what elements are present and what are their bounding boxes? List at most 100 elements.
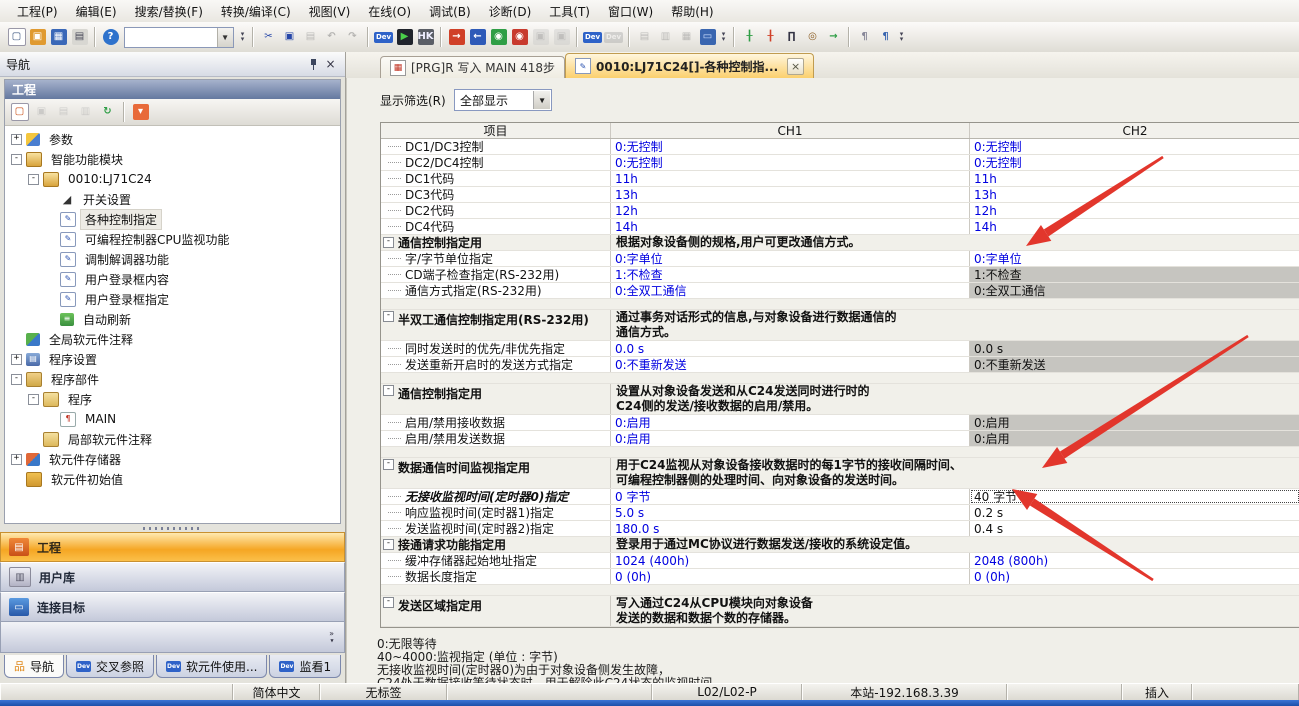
- ch1-value-cell[interactable]: 180.0 s: [611, 521, 970, 536]
- ch2-value-cell[interactable]: 0:无控制: [970, 139, 1299, 154]
- save-project-icon[interactable]: ▦: [48, 27, 69, 48]
- close-icon[interactable]: [787, 58, 804, 75]
- menu-debug[interactable]: 调试(B): [420, 1, 480, 22]
- dock-tab-watch-1[interactable]: 监看1: [269, 655, 341, 678]
- menu-edit[interactable]: 编辑(E): [67, 1, 126, 22]
- doc-tab-lj71c24-control[interactable]: 0010:LJ71C24[]-各种控制指...: [565, 53, 814, 78]
- tree-item[interactable]: 局部软元件注释: [5, 429, 340, 449]
- tree-item[interactable]: 用户登录框内容: [5, 269, 340, 289]
- tree-item[interactable]: 开关设置: [5, 189, 340, 209]
- menu-convert-compile[interactable]: 转换/编译(C): [212, 1, 300, 22]
- ch1-value-cell[interactable]: 0:启用: [611, 431, 970, 446]
- copy-icon[interactable]: ▣: [279, 27, 300, 48]
- menu-diagnostics[interactable]: 诊断(D): [480, 1, 541, 22]
- ch2-value-cell[interactable]: 11h: [970, 171, 1299, 186]
- ch2-value-cell[interactable]: 12h: [970, 203, 1299, 218]
- collapse-minus-icon[interactable]: -: [11, 154, 22, 165]
- ch1-value-cell[interactable]: 0:不重新发送: [611, 357, 970, 372]
- device-display-on-icon[interactable]: Dev: [582, 27, 603, 48]
- ch2-value-cell[interactable]: 0.2 s: [970, 505, 1299, 520]
- ch1-value-cell[interactable]: 0.0 s: [611, 341, 970, 356]
- toolbar-overflow-icon[interactable]: [237, 27, 248, 47]
- ch2-value-cell[interactable]: 14h: [970, 219, 1299, 234]
- dock-tab-device-usage[interactable]: 软元件使用...: [156, 655, 267, 678]
- new-data-icon[interactable]: ▢: [9, 102, 30, 123]
- refresh-view-icon[interactable]: ↻: [97, 102, 118, 123]
- close-icon[interactable]: ×: [322, 57, 339, 72]
- tree-item[interactable]: +软元件存储器: [5, 449, 340, 469]
- expand-plus-icon[interactable]: +: [11, 354, 22, 365]
- menu-view[interactable]: 视图(V): [300, 1, 360, 22]
- tree-item[interactable]: 全局软元件注释: [5, 329, 340, 349]
- device-test-icon[interactable]: HK: [415, 27, 436, 48]
- tree-item[interactable]: 软元件初始值: [5, 469, 340, 489]
- ch2-value-cell[interactable]: 0 (0h): [970, 569, 1299, 584]
- ch2-value-cell[interactable]: 2048 (800h): [970, 553, 1299, 568]
- ch2-value-cell[interactable]: 40 字节: [970, 489, 1299, 504]
- expand-plus-icon[interactable]: +: [11, 134, 22, 145]
- tree-item[interactable]: -程序部件: [5, 369, 340, 389]
- menu-tools[interactable]: 工具(T): [540, 1, 599, 22]
- collapse-minus-icon[interactable]: -: [11, 374, 22, 385]
- menu-project[interactable]: 工程(P): [8, 1, 67, 22]
- ch2-value-cell[interactable]: 13h: [970, 187, 1299, 202]
- collapse-minus-icon[interactable]: -: [28, 394, 39, 405]
- ch2-value-cell[interactable]: 0:字单位: [970, 251, 1299, 266]
- write-to-plc-icon[interactable]: →: [446, 27, 467, 48]
- ch1-value-cell[interactable]: 1:不检查: [611, 267, 970, 282]
- view-button-project[interactable]: 工程: [0, 532, 345, 562]
- sort-data-icon[interactable]: ▾: [130, 102, 151, 123]
- menu-help[interactable]: 帮助(H): [662, 1, 722, 22]
- toolbar-overflow-icon[interactable]: [896, 27, 907, 47]
- collapse-minus-icon[interactable]: -: [383, 459, 394, 470]
- device-comment-display-icon[interactable]: Dev: [373, 27, 394, 48]
- inline-statement-edit-icon[interactable]: ¶: [875, 27, 896, 48]
- ch2-value-cell[interactable]: 0.4 s: [970, 521, 1299, 536]
- start-monitor-icon[interactable]: ◉: [488, 27, 509, 48]
- tree-item[interactable]: +程序设置: [5, 349, 340, 369]
- ch2-value-cell[interactable]: 0:无控制: [970, 155, 1299, 170]
- tree-item[interactable]: -0010:LJ71C24: [5, 169, 340, 189]
- dock-tab-cross-reference[interactable]: 交叉参照: [66, 655, 154, 678]
- new-project-icon[interactable]: ▢: [6, 27, 27, 48]
- ch1-value-cell[interactable]: 5.0 s: [611, 505, 970, 520]
- ch1-value-cell[interactable]: 0 字节: [611, 489, 970, 504]
- view-button-user-library[interactable]: 用户库: [0, 562, 345, 592]
- help-icon[interactable]: ?: [100, 27, 121, 48]
- open-project-icon[interactable]: ▣: [27, 27, 48, 48]
- ch1-value-cell[interactable]: 1024 (400h): [611, 553, 970, 568]
- ch1-value-cell[interactable]: 14h: [611, 219, 970, 234]
- ch2-value-cell[interactable]: 0:启用: [970, 431, 1299, 446]
- collapse-minus-icon[interactable]: -: [383, 311, 394, 322]
- pin-icon[interactable]: [305, 57, 322, 72]
- display-filter-select[interactable]: 全部显示: [454, 89, 552, 111]
- pulse-contact-icon[interactable]: ∏: [781, 27, 802, 48]
- collapse-minus-icon[interactable]: -: [383, 385, 394, 396]
- tree-item[interactable]: 用户登录框指定: [5, 289, 340, 309]
- expand-plus-icon[interactable]: +: [11, 454, 22, 465]
- chevron-down-icon[interactable]: [217, 28, 233, 47]
- ch1-value-cell[interactable]: 11h: [611, 171, 970, 186]
- inline-statement-icon[interactable]: ¶: [854, 27, 875, 48]
- toolbar-overflow-icon[interactable]: [718, 27, 729, 47]
- ch1-value-cell[interactable]: 0:无控制: [611, 139, 970, 154]
- doc-tab-prg-main[interactable]: [PRG]R 写入 MAIN 418步: [380, 56, 565, 78]
- stack-overflow-bar[interactable]: [0, 622, 345, 653]
- collapse-minus-icon[interactable]: -: [383, 237, 394, 248]
- stop-monitor-icon[interactable]: ◉: [509, 27, 530, 48]
- pc-monitor-icon[interactable]: ▭: [697, 27, 718, 48]
- menu-window[interactable]: 窗口(W): [599, 1, 662, 22]
- dock-tab-navigation[interactable]: 导航: [4, 655, 64, 678]
- program-jump-icon[interactable]: →: [823, 27, 844, 48]
- device-monitor-icon[interactable]: ▶: [394, 27, 415, 48]
- toolbar-combobox[interactable]: [124, 27, 234, 48]
- collapse-minus-icon[interactable]: -: [383, 597, 394, 608]
- ch2-value-cell[interactable]: 0:启用: [970, 415, 1299, 430]
- ch1-value-cell[interactable]: 13h: [611, 187, 970, 202]
- chevron-down-icon[interactable]: [533, 91, 550, 109]
- insert-rung-icon[interactable]: ╂: [739, 27, 760, 48]
- ch2-value-cell[interactable]: 0:全双工通信: [970, 283, 1299, 298]
- ch1-value-cell[interactable]: 0 (0h): [611, 569, 970, 584]
- ch1-value-cell[interactable]: 12h: [611, 203, 970, 218]
- menu-online[interactable]: 在线(O): [359, 1, 420, 22]
